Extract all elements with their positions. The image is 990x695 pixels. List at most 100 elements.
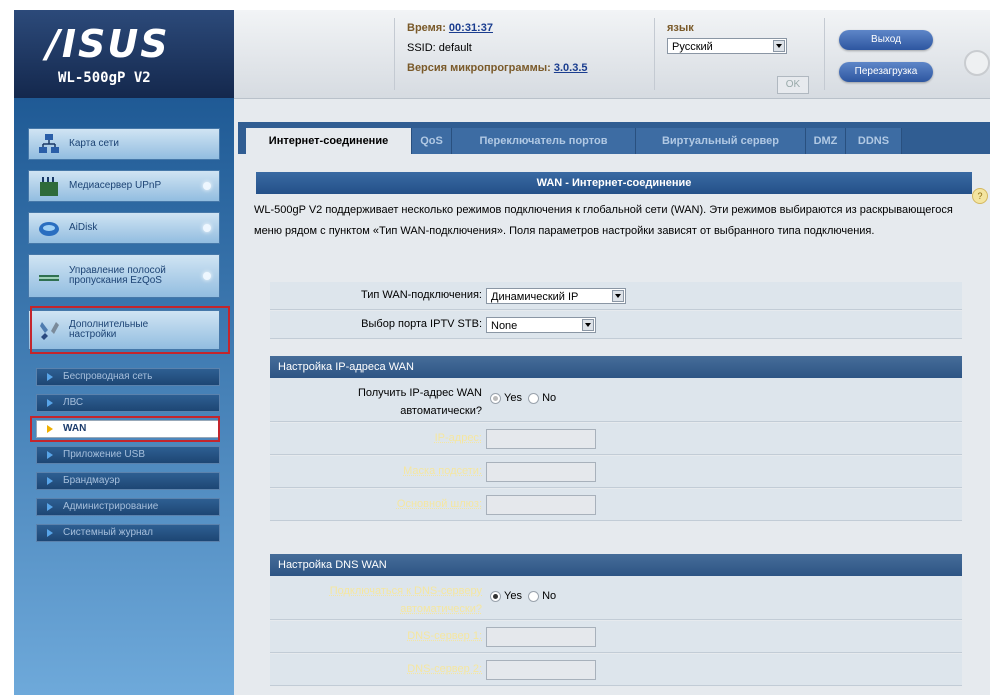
- submenu-item-system-log[interactable]: Системный журнал: [36, 524, 220, 542]
- submenu-label: ЛВС: [63, 397, 84, 408]
- model-name: WL-500gP V2: [58, 70, 151, 86]
- time-link[interactable]: 00:31:37: [449, 22, 493, 34]
- dns1-input[interactable]: [486, 627, 596, 647]
- sparkle-icon: [203, 182, 211, 190]
- ip-section-header: Настройка IP-адреса WAN: [270, 356, 962, 378]
- auto-dns-radio-group: Yes No: [490, 590, 556, 602]
- chevron-down-icon: [612, 290, 624, 302]
- subnet-mask-input[interactable]: [486, 462, 596, 482]
- submenu-label: Брандмауэр: [63, 475, 120, 486]
- arrow-right-icon: [47, 529, 53, 537]
- sparkle-icon: [203, 224, 211, 232]
- ip-address-row: IP-адрес:: [270, 423, 962, 455]
- subnet-mask-row: Маска подсети:: [270, 456, 962, 488]
- auto-ip-yes-radio[interactable]: [490, 392, 501, 404]
- wan-type-value: Динамический IP: [491, 291, 579, 303]
- firmware-link[interactable]: 3.0.3.5: [554, 62, 588, 74]
- language-selector-area: язык Русский OK: [654, 18, 817, 94]
- sidebar-item-label: Медиасервер UPnP: [69, 180, 162, 191]
- page-title: WAN - Интернет-соединение: [256, 172, 972, 194]
- auto-dns-label: Подключаться к DNS-серверу автоматически…: [329, 585, 482, 615]
- sidebar-item-network-map[interactable]: Карта сети: [28, 128, 220, 160]
- asus-logo: /ISUS: [46, 22, 170, 66]
- sidebar-item-label: Карта сети: [69, 138, 119, 149]
- auto-dns-yes-radio[interactable]: [490, 590, 501, 602]
- main-content: WAN - Интернет-соединение WL-500gP V2 по…: [238, 154, 990, 695]
- tab-ddns[interactable]: DDNS: [846, 128, 902, 154]
- tab-port-switch[interactable]: Переключатель портов: [452, 128, 636, 154]
- header-bar: Время: 00:31:37 SSID: default Версия мик…: [234, 10, 990, 99]
- chevron-down-icon: [773, 40, 785, 52]
- ok-button[interactable]: OK: [777, 76, 809, 94]
- sidebar: Карта сети Медиасервер UPnP AiDisk Управ…: [14, 98, 234, 695]
- tab-virtual-server[interactable]: Виртуальный сервер: [636, 128, 806, 154]
- arrow-right-icon: [47, 477, 53, 485]
- subnet-mask-label: Маска подсети:: [403, 465, 482, 477]
- wan-type-label: Тип WAN-подключения:: [360, 289, 482, 301]
- ip-address-input[interactable]: [486, 429, 596, 449]
- auto-ip-no-radio[interactable]: [528, 392, 540, 404]
- bandwidth-icon: [37, 265, 61, 287]
- yes-label: Yes: [504, 590, 522, 602]
- submenu-label: Приложение USB: [63, 449, 145, 460]
- dns2-row: DNS-сервер 2:: [270, 654, 962, 686]
- iptv-label: Выбор порта IPTV STB:: [361, 318, 482, 330]
- submenu-item-wireless[interactable]: Беспроводная сеть: [36, 368, 220, 386]
- wan-type-row: Тип WAN-подключения: Динамический IP: [270, 282, 962, 310]
- reboot-button[interactable]: Перезагрузка: [839, 62, 933, 82]
- ssid-value: default: [438, 42, 472, 54]
- media-server-icon: [37, 175, 61, 197]
- network-map-icon: [37, 133, 61, 155]
- arrow-right-icon: [47, 373, 53, 381]
- status-info: Время: 00:31:37 SSID: default Версия мик…: [394, 18, 647, 90]
- highlight-box: [30, 306, 230, 354]
- language-select-value: Русский: [672, 41, 713, 53]
- ssid-label: SSID:: [407, 42, 436, 54]
- no-label: No: [542, 392, 557, 404]
- action-buttons: Выход Перезагрузка: [824, 18, 945, 90]
- tab-dmz[interactable]: DMZ: [806, 128, 846, 154]
- submenu-item-firewall[interactable]: Брандмауэр: [36, 472, 220, 490]
- tab-bar: Интернет-соединение QoS Переключатель по…: [238, 122, 990, 154]
- firmware-label: Версия микропрограммы:: [407, 62, 551, 74]
- submenu-item-usb[interactable]: Приложение USB: [36, 446, 220, 464]
- auto-ip-row: Получить IP-адрес WAN автоматически? Yes…: [270, 378, 962, 422]
- brand-panel: /ISUS WL-500gP V2: [14, 10, 235, 98]
- language-select[interactable]: Русский: [667, 38, 787, 54]
- aidisk-icon: [37, 217, 61, 239]
- help-icon[interactable]: ?: [972, 188, 988, 204]
- tab-qos[interactable]: QoS: [412, 128, 452, 154]
- gateway-label: Основной шлюз:: [396, 498, 482, 510]
- highlight-box: [30, 416, 220, 442]
- sidebar-item-label: Управление полосой пропускания EzQoS: [69, 265, 166, 286]
- submenu-item-administration[interactable]: Администрирование: [36, 498, 220, 516]
- sidebar-item-ezqos[interactable]: Управление полосой пропускания EzQoS: [28, 254, 220, 298]
- ip-address-label: IP-адрес:: [434, 432, 482, 444]
- arrow-right-icon: [47, 399, 53, 407]
- gateway-input[interactable]: [486, 495, 596, 515]
- wan-type-select[interactable]: Динамический IP: [486, 288, 626, 304]
- submenu-label: Системный журнал: [63, 527, 153, 538]
- sidebar-item-aidisk[interactable]: AiDisk: [28, 212, 220, 244]
- logout-button[interactable]: Выход: [839, 30, 933, 50]
- auto-ip-label: Получить IP-адрес WAN автоматически?: [357, 387, 482, 417]
- dns2-input[interactable]: [486, 660, 596, 680]
- submenu-item-lan[interactable]: ЛВС: [36, 394, 220, 412]
- page-description: WL-500gP V2 поддерживает несколько режим…: [254, 204, 953, 237]
- auto-dns-no-radio[interactable]: [528, 590, 540, 602]
- language-label: язык: [667, 22, 694, 34]
- auto-ip-radio-group: Yes No: [490, 392, 556, 404]
- chevron-down-icon: [582, 319, 594, 331]
- iptv-value: None: [491, 320, 518, 332]
- globe-icon: [964, 50, 990, 76]
- auto-dns-row: Подключаться к DNS-серверу автоматически…: [270, 576, 962, 620]
- dns1-row: DNS-сервер 1:: [270, 621, 962, 653]
- sidebar-item-media-server[interactable]: Медиасервер UPnP: [28, 170, 220, 202]
- iptv-row: Выбор порта IPTV STB: None: [270, 311, 962, 339]
- dns1-label: DNS-сервер 1:: [407, 630, 482, 642]
- sparkle-icon: [203, 272, 211, 280]
- tab-internet-connection[interactable]: Интернет-соединение: [246, 128, 412, 154]
- iptv-select[interactable]: None: [486, 317, 596, 333]
- dns-section-header: Настройка DNS WAN: [270, 554, 962, 576]
- dns2-label: DNS-сервер 2:: [407, 663, 482, 675]
